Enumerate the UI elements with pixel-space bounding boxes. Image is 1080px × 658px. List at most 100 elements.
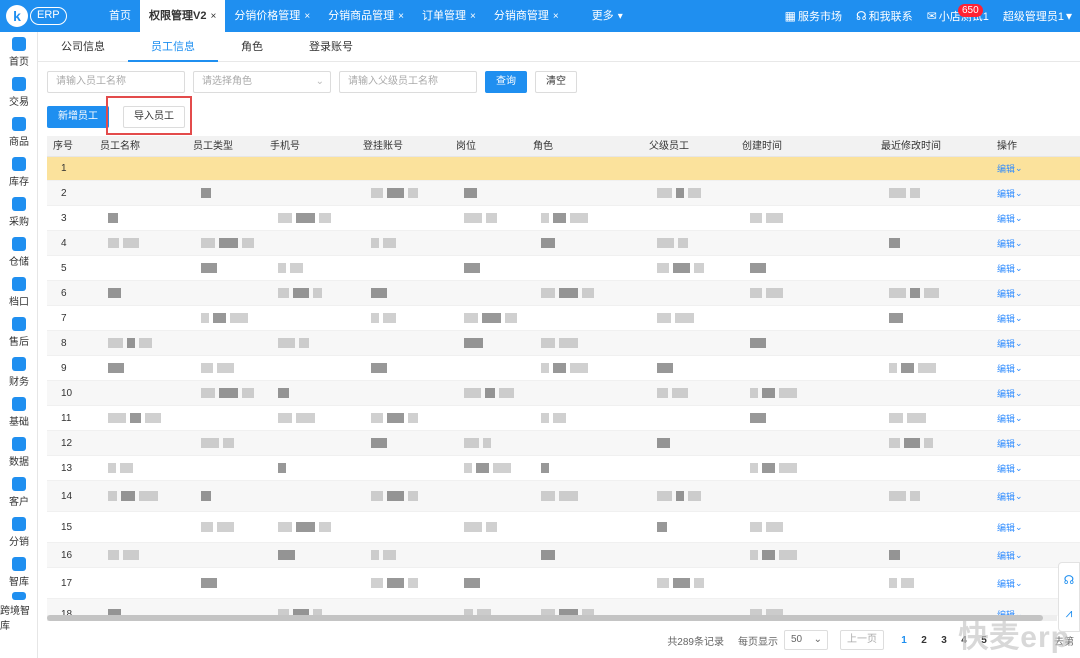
- table-row[interactable]: 16 编辑 ⌄: [47, 543, 1080, 568]
- close-icon[interactable]: ×: [210, 11, 216, 22]
- scrollbar-thumb[interactable]: [47, 615, 1043, 621]
- per-page-select[interactable]: 50 ⌄: [784, 630, 828, 650]
- redaction-block: [559, 491, 578, 501]
- sidebar-item-2[interactable]: 商品: [0, 112, 38, 152]
- subtab-0[interactable]: 公司信息: [38, 32, 128, 62]
- edit-action[interactable]: 编辑 ⌄: [991, 281, 1073, 305]
- tab-0[interactable]: 首页: [100, 0, 140, 32]
- top-right-menu: ▦ 服务市场 ☊ 和我联系 ✉ 小店测试1 超级管理员1 ▾: [771, 0, 1074, 32]
- sidebar-item-14[interactable]: 跨境智库: [0, 592, 38, 632]
- edit-action[interactable]: 编辑 ⌄: [991, 157, 1073, 180]
- service-market-link[interactable]: ▦ 服务市场: [785, 8, 842, 24]
- table-row[interactable]: 14 编辑 ⌄: [47, 481, 1080, 512]
- redaction-block: [464, 188, 477, 198]
- tab-5[interactable]: 分销商管理 ×: [485, 0, 568, 32]
- close-icon[interactable]: ×: [553, 11, 559, 22]
- table-row[interactable]: 18 编辑 ⌄: [47, 599, 1080, 616]
- close-icon[interactable]: ×: [304, 11, 310, 22]
- chart-icon[interactable]: ⩘: [1066, 606, 1073, 621]
- redaction-block: [673, 263, 690, 273]
- redaction-block: [750, 463, 758, 473]
- sidebar-item-13[interactable]: 智库: [0, 552, 38, 592]
- edit-action[interactable]: 编辑 ⌄: [991, 206, 1073, 230]
- close-icon[interactable]: ×: [398, 11, 404, 22]
- sidebar-item-11[interactable]: 客户: [0, 472, 38, 512]
- subtab-1[interactable]: 员工信息: [128, 32, 218, 62]
- table-row[interactable]: 15 编辑 ⌄: [47, 512, 1080, 543]
- sidebar-item-6[interactable]: 档口: [0, 272, 38, 312]
- edit-action[interactable]: 编辑 ⌄: [991, 331, 1073, 355]
- tab-2[interactable]: 分销价格管理 ×: [225, 0, 319, 32]
- close-icon[interactable]: ×: [470, 11, 476, 22]
- table-row[interactable]: 8 编辑 ⌄: [47, 331, 1080, 356]
- table-row[interactable]: 10 编辑 ⌄: [47, 381, 1080, 406]
- role-select[interactable]: 请选择角色 ⌄: [193, 71, 331, 93]
- redacted-cell: [643, 331, 736, 355]
- edit-action[interactable]: 编辑 ⌄: [991, 406, 1073, 430]
- edit-action[interactable]: 编辑 ⌄: [991, 256, 1073, 280]
- table-row[interactable]: 4 编辑 ⌄: [47, 231, 1080, 256]
- sidebar-item-0[interactable]: 首页: [0, 32, 38, 72]
- table-row[interactable]: 13 编辑 ⌄: [47, 456, 1080, 481]
- table-row[interactable]: 1 编辑 ⌄: [47, 157, 1080, 181]
- sidebar-item-1[interactable]: 交易: [0, 72, 38, 112]
- sidebar-item-10[interactable]: 数据: [0, 432, 38, 472]
- tab-3[interactable]: 分销商品管理 ×: [319, 0, 413, 32]
- sidebar-item-12[interactable]: 分销: [0, 512, 38, 552]
- user-menu[interactable]: 超级管理员1 ▾: [1003, 8, 1074, 24]
- edit-action[interactable]: 编辑 ⌄: [991, 381, 1073, 405]
- edit-label: 编辑: [997, 491, 1016, 502]
- grid-icon: ▦: [784, 9, 796, 23]
- table-row[interactable]: 17 编辑 ⌄: [47, 568, 1080, 599]
- redaction-block: [889, 491, 906, 501]
- table-row[interactable]: 11 编辑 ⌄: [47, 406, 1080, 431]
- headset-icon[interactable]: ☊: [1064, 573, 1075, 587]
- page-number[interactable]: 3: [934, 635, 954, 646]
- app-logo[interactable]: k ERP: [6, 5, 67, 27]
- sidebar-item-9[interactable]: 基础: [0, 392, 38, 432]
- table-row[interactable]: 3 编辑 ⌄: [47, 206, 1080, 231]
- sidebar-item-7[interactable]: 售后: [0, 312, 38, 352]
- edit-action[interactable]: 编辑 ⌄: [991, 231, 1073, 255]
- table-row[interactable]: 7 编辑 ⌄: [47, 306, 1080, 331]
- sidebar-item-8[interactable]: 财务: [0, 352, 38, 392]
- sidebar-item-5[interactable]: 仓储: [0, 232, 38, 272]
- add-employee-button[interactable]: 新增员工: [47, 106, 109, 128]
- query-button[interactable]: 查询: [485, 71, 527, 93]
- sidebar-item-label: 档口: [9, 296, 29, 308]
- edit-action[interactable]: 编辑 ⌄: [991, 481, 1073, 511]
- tab-4[interactable]: 订单管理 ×: [413, 0, 485, 32]
- table-row[interactable]: 5 编辑 ⌄: [47, 256, 1080, 281]
- table-row[interactable]: 12 编辑 ⌄: [47, 431, 1080, 456]
- redaction-block: [582, 288, 594, 298]
- edit-action[interactable]: 编辑 ⌄: [991, 181, 1073, 205]
- edit-action[interactable]: 编辑 ⌄: [991, 306, 1073, 330]
- horizontal-scrollbar[interactable]: [47, 615, 1057, 621]
- tab-6[interactable]: 更多 ▾: [568, 0, 632, 32]
- table-row[interactable]: 9 编辑 ⌄: [47, 356, 1080, 381]
- edit-action[interactable]: 编辑 ⌄: [991, 512, 1073, 542]
- edit-action[interactable]: 编辑 ⌄: [991, 356, 1073, 380]
- subtab-2[interactable]: 角色: [218, 32, 286, 62]
- column-header: 角色: [533, 141, 553, 152]
- page-number[interactable]: 2: [914, 635, 934, 646]
- edit-action[interactable]: 编辑 ⌄: [991, 456, 1073, 480]
- edit-action[interactable]: 编辑 ⌄: [991, 431, 1073, 455]
- table-row[interactable]: 6 编辑 ⌄: [47, 281, 1080, 306]
- subtab-3[interactable]: 登录账号: [286, 32, 376, 62]
- edit-label: 编辑: [997, 363, 1016, 374]
- redacted-cell: [357, 206, 450, 230]
- redaction-block: [657, 438, 670, 448]
- page-number[interactable]: 1: [894, 635, 914, 646]
- sidebar-item-4[interactable]: 采购: [0, 192, 38, 232]
- contact-link[interactable]: ☊ 和我联系: [856, 8, 913, 24]
- sidebar-item-3[interactable]: 库存: [0, 152, 38, 192]
- employee-name-input[interactable]: 请输入员工名称: [47, 71, 185, 93]
- prev-page-button[interactable]: 上一页: [840, 630, 884, 650]
- redacted-cell: [357, 406, 450, 430]
- parent-employee-input[interactable]: 请输入父级员工名称: [339, 71, 477, 93]
- tab-1[interactable]: 权限管理V2 ×: [140, 0, 226, 32]
- table-row[interactable]: 2 编辑 ⌄: [47, 181, 1080, 206]
- clear-button[interactable]: 清空: [535, 71, 577, 93]
- redacted-cell: [527, 331, 643, 355]
